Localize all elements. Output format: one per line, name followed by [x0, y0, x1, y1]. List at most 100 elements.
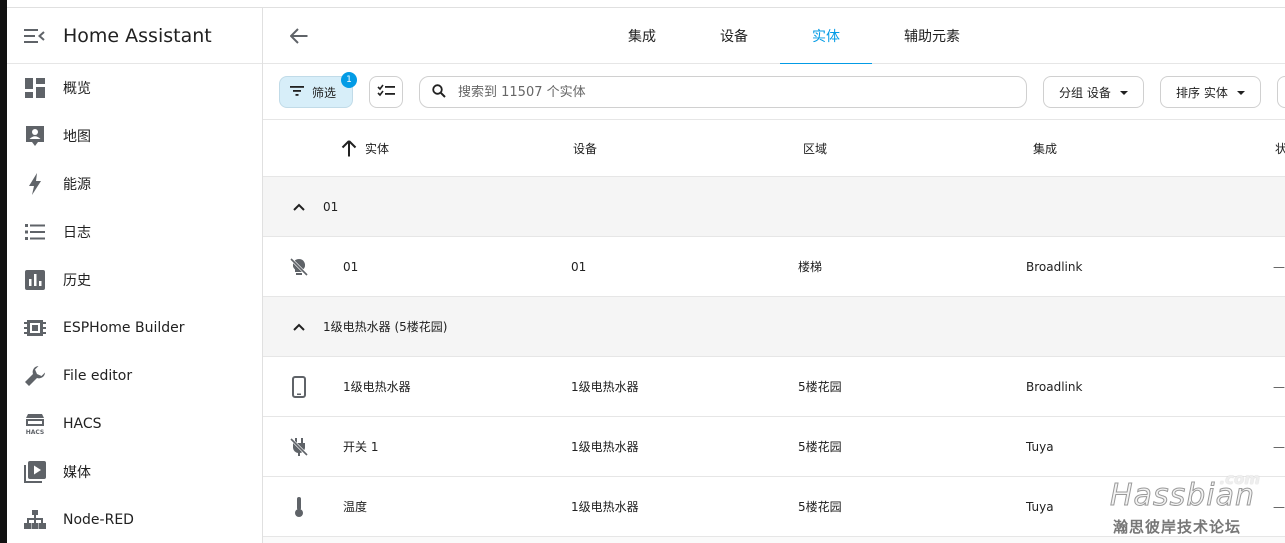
caret-down-icon	[1236, 85, 1246, 99]
selection-mode-button[interactable]	[369, 76, 403, 108]
group-label: 1级电热水器 (5楼花园)	[323, 320, 448, 334]
search-input[interactable]	[458, 84, 998, 100]
column-label-entity: 实体	[365, 141, 390, 156]
lightning-icon	[7, 173, 63, 195]
entity-name: 开关 1	[343, 440, 379, 454]
sidebar-item-node-red[interactable]: Node-RED	[7, 496, 262, 543]
sidebar-item-logbook[interactable]: 日志	[7, 208, 262, 256]
entity-area: 楼梯	[798, 260, 823, 274]
sidebar-header: Home Assistant	[7, 8, 262, 64]
column-label-status: 状	[1275, 141, 1285, 156]
filter-icon	[290, 85, 304, 99]
entity-device: 1级电热水器	[571, 440, 639, 454]
table-row[interactable]: 1级电热水器 1级电热水器 5楼花园 Broadlink —	[263, 357, 1285, 417]
tabs: 集成 设备 实体 辅助元素	[596, 8, 992, 65]
entity-integration: Broadlink	[1026, 379, 1083, 394]
app-title: Home Assistant	[63, 24, 212, 47]
sort-by-label: 排序 实体	[1176, 85, 1228, 100]
entity-device: 01	[571, 259, 587, 274]
sidebar-item-overview[interactable]: 概览	[7, 64, 262, 112]
entity-status: —	[1273, 379, 1285, 394]
column-header-area[interactable]: 区域	[803, 120, 827, 176]
search-box	[419, 76, 1027, 108]
sidebar-item-esphome[interactable]: ESPHome Builder	[7, 304, 262, 352]
column-label-device: 设备	[573, 141, 598, 156]
sidebar-item-label: 日志	[63, 225, 91, 241]
entity-integration: Tuya	[1026, 439, 1054, 454]
sort-ascending-icon	[341, 139, 357, 157]
sidebar-item-energy[interactable]: 能源	[7, 160, 262, 208]
sidebar-item-label: 媒体	[63, 465, 91, 481]
table-toolbar: 筛选 1 分组 设备 排序 实体	[263, 64, 1285, 120]
filter-count-badge: 1	[341, 72, 357, 88]
window-edge	[0, 0, 7, 543]
group-header[interactable]: 01	[263, 177, 1285, 237]
search-icon	[432, 83, 446, 102]
site-watermark: .com Hassbian 瀚思彼岸技术论坛	[1105, 470, 1280, 540]
chevron-up-icon[interactable]	[287, 195, 311, 219]
sidebar-item-history[interactable]: 历史	[7, 256, 262, 304]
column-header-device[interactable]: 设备	[573, 120, 597, 176]
group-by-label: 分组 设备	[1059, 85, 1111, 100]
menu-collapse-icon[interactable]	[7, 8, 63, 64]
sidebar-item-label: 概览	[63, 81, 91, 97]
filter-label: 筛选	[312, 85, 337, 100]
entity-area: 5楼花园	[798, 500, 842, 514]
entity-status: —	[1273, 259, 1285, 274]
cellphone-icon	[287, 357, 311, 416]
column-label-area: 区域	[803, 141, 828, 156]
watermark-name: Hassbian	[1110, 478, 1255, 514]
entity-device: 1级电热水器	[571, 380, 639, 394]
entity-name: 温度	[343, 500, 368, 514]
settings-dropdown[interactable]	[1277, 76, 1285, 108]
group-header[interactable]: 1级电热水器 (5楼花园)	[263, 297, 1285, 357]
column-header-status[interactable]: 状	[1275, 120, 1285, 176]
map-account-icon	[7, 125, 63, 147]
column-header-entity[interactable]: 实体	[341, 120, 389, 176]
sidebar-item-label: HACS	[63, 416, 102, 432]
tab-integrations[interactable]: 集成	[596, 8, 688, 64]
column-label-integration: 集成	[1033, 141, 1058, 156]
list-icon	[7, 224, 63, 240]
sidebar-item-label: Node-RED	[63, 512, 134, 528]
hacs-icon: HACS	[7, 413, 63, 435]
chevron-up-icon[interactable]	[287, 315, 311, 339]
entity-name: 01	[343, 259, 359, 274]
entity-area: 5楼花园	[798, 440, 842, 454]
lightbulb-off-icon	[287, 237, 311, 296]
sidebar: Home Assistant 概览 地图 能源 日志 历史 ESPHome Bu…	[7, 8, 263, 543]
entity-status: —	[1273, 439, 1285, 454]
sidebar-item-hacs[interactable]: HACS HACS	[7, 400, 262, 448]
group-by-dropdown[interactable]: 分组 设备	[1043, 76, 1144, 108]
tab-devices[interactable]: 设备	[688, 8, 780, 64]
play-box-icon	[7, 461, 63, 483]
table-header: 实体 设备 区域 集成 状	[263, 120, 1285, 177]
sort-by-dropdown[interactable]: 排序 实体	[1160, 76, 1261, 108]
top-app-bar: 集成 设备 实体 辅助元素	[263, 8, 1285, 65]
entity-integration: Tuya	[1026, 499, 1054, 514]
caret-down-icon	[1119, 85, 1129, 99]
group-label: 01	[323, 199, 339, 214]
tab-helpers[interactable]: 辅助元素	[872, 8, 992, 64]
table-row[interactable]: 开关 1 1级电热水器 5楼花园 Tuya —	[263, 417, 1285, 477]
wrench-icon	[7, 365, 63, 387]
main-content: 集成 设备 实体 辅助元素 筛选 1 分组 设备	[263, 8, 1285, 543]
top-strip	[7, 0, 1285, 8]
entity-device: 1级电热水器	[571, 500, 639, 514]
table-row[interactable]: 01 01 楼梯 Broadlink —	[263, 237, 1285, 297]
sidebar-item-map[interactable]: 地图	[7, 112, 262, 160]
svg-text:HACS: HACS	[26, 429, 45, 435]
power-plug-off-icon	[287, 417, 311, 476]
chart-box-icon	[7, 270, 63, 290]
sitemap-icon	[7, 510, 63, 530]
entity-integration: Broadlink	[1026, 259, 1083, 274]
sidebar-item-file-editor[interactable]: File editor	[7, 352, 262, 400]
thermometer-icon	[287, 477, 311, 536]
sidebar-item-label: File editor	[63, 368, 133, 384]
tab-entities[interactable]: 实体	[780, 8, 872, 65]
sidebar-item-media[interactable]: 媒体	[7, 448, 262, 496]
entity-name: 1级电热水器	[343, 380, 411, 394]
back-arrow-icon[interactable]	[283, 24, 315, 48]
sidebar-item-label: ESPHome Builder	[63, 320, 185, 336]
column-header-integration[interactable]: 集成	[1033, 120, 1057, 176]
